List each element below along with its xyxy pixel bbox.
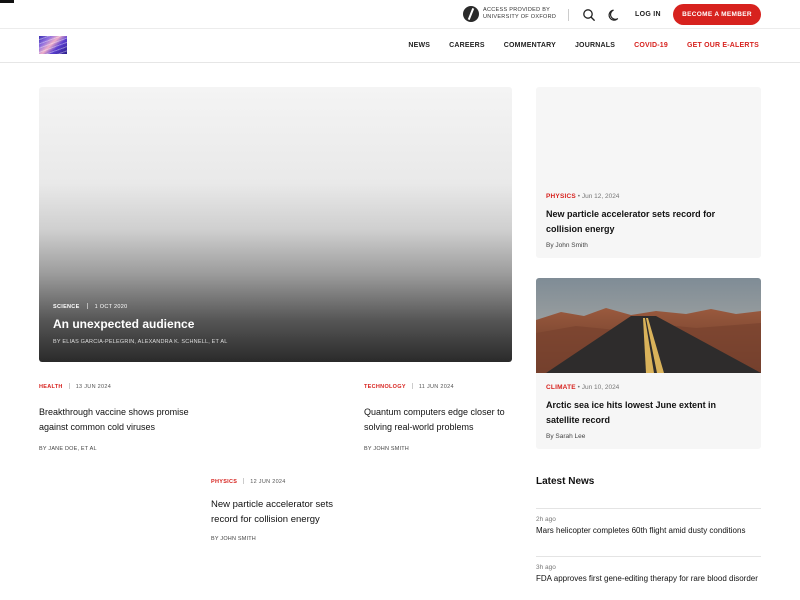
article-meta: HEALTH 13 JUN 2024	[39, 383, 189, 390]
article-byline: BY JANE DOE, ET AL	[39, 446, 97, 452]
nav-commentary[interactable]: COMMENTARY	[504, 42, 556, 49]
moon-icon	[608, 9, 619, 21]
nav-e-alerts[interactable]: GET OUR E-ALERTS	[687, 42, 759, 49]
article-card-technology[interactable]: TECHNOLOGY 11 JUN 2024 Quantum computers …	[364, 383, 514, 452]
article-byline: BY JOHN SMITH	[364, 446, 409, 452]
hero-category: SCIENCE	[53, 304, 80, 310]
card-body: PHYSICS • Jun 12, 2024 New particle acce…	[546, 193, 746, 249]
article-title: Breakthrough vaccine shows promise again…	[39, 407, 189, 432]
desert-road-photo	[536, 278, 761, 373]
card-byline: By Sarah Lee	[546, 433, 586, 440]
search-button[interactable]	[581, 7, 597, 23]
article-category: PHYSICS	[211, 479, 238, 485]
divider	[568, 9, 569, 21]
hero-title: An unexpected audience	[53, 317, 195, 331]
meta-divider	[68, 383, 70, 389]
latest-news-item[interactable]: 2h ago Mars helicopter completes 60th fl…	[536, 508, 761, 556]
card-byline: By John Smith	[546, 242, 588, 249]
article-category: TECHNOLOGY	[364, 384, 406, 390]
card-category: PHYSICS	[546, 193, 576, 200]
article-card-physics[interactable]: PHYSICS 12 JUN 2024 New particle accelera…	[211, 478, 336, 542]
article-category: HEALTH	[39, 384, 63, 390]
article-date: 13 JUN 2024	[75, 384, 112, 390]
latest-time: 3h ago	[536, 564, 556, 571]
search-icon	[583, 9, 595, 21]
card-category: CLIMATE	[546, 384, 576, 391]
latest-time: 2h ago	[536, 516, 556, 523]
nav-news[interactable]: NEWS	[408, 42, 430, 49]
access-line-2: UNIVERSITY OF OXFORD	[483, 14, 557, 20]
site-logo[interactable]	[39, 36, 67, 54]
article-title: Quantum computers edge closer to solving…	[364, 407, 505, 432]
card-body: CLIMATE • Jun 10, 2024 Arctic sea ice hi…	[546, 384, 746, 440]
utility-bar: ACCESS PROVIDED BY UNIVERSITY OF OXFORD …	[0, 0, 800, 29]
card-title: New particle accelerator sets record for…	[546, 209, 716, 234]
side-card-physics[interactable]: PHYSICS • Jun 12, 2024 New particle acce…	[536, 87, 761, 258]
article-date: 11 JUN 2024	[418, 384, 454, 390]
institution-seal-icon	[463, 6, 479, 22]
article-title: New particle accelerator sets record for…	[211, 499, 333, 525]
login-link[interactable]: LOG IN	[635, 11, 661, 18]
latest-news-item[interactable]: 3h ago FDA approves first gene-editing t…	[536, 556, 761, 600]
article-card-health[interactable]: HEALTH 13 JUN 2024 Breakthrough vaccine s…	[39, 383, 189, 452]
card-date: • Jun 10, 2024	[577, 384, 620, 391]
institution-access: ACCESS PROVIDED BY UNIVERSITY OF OXFORD	[463, 6, 556, 22]
dark-mode-toggle[interactable]	[607, 7, 623, 23]
meta-divider	[243, 478, 245, 484]
nav-careers[interactable]: CAREERS	[449, 42, 485, 49]
article-byline: BY JOHN SMITH	[211, 536, 256, 542]
nav-journals[interactable]: JOURNALS	[575, 42, 615, 49]
hero-date: 1 OCT 2020	[94, 304, 128, 310]
meta-divider	[411, 383, 413, 389]
latest-headline: FDA approves first gene-editing therapy …	[536, 574, 758, 583]
card-meta: CLIMATE • Jun 10, 2024	[546, 384, 746, 391]
card-title: Arctic sea ice hits lowest June extent i…	[546, 400, 717, 425]
access-line-1: ACCESS PROVIDED BY	[483, 7, 551, 13]
latest-headline: Mars helicopter completes 60th flight am…	[536, 526, 746, 535]
nav-covid-19[interactable]: COVID-19	[634, 42, 668, 49]
hero-meta: SCIENCE 1 OCT 2020	[53, 303, 127, 310]
side-card-climate[interactable]: CLIMATE • Jun 10, 2024 Arctic sea ice hi…	[536, 278, 761, 449]
article-meta: PHYSICS 12 JUN 2024	[211, 478, 336, 485]
article-meta: TECHNOLOGY 11 JUN 2024	[364, 383, 514, 390]
hero-article[interactable]: SCIENCE 1 OCT 2020 An unexpected audience…	[39, 87, 512, 362]
nav-links: NEWS CAREERS COMMENTARY JOURNALS COVID-1…	[389, 42, 759, 49]
meta-divider	[86, 303, 88, 309]
latest-news-heading: Latest News	[536, 476, 595, 487]
card-date: • Jun 12, 2024	[577, 193, 620, 200]
main-navigation: NEWS CAREERS COMMENTARY JOURNALS COVID-1…	[0, 29, 800, 63]
hero-byline: BY ELIAS GARCIA-PELEGRIN, ALEXANDRA K. S…	[53, 339, 228, 345]
access-text: ACCESS PROVIDED BY UNIVERSITY OF OXFORD	[483, 7, 556, 21]
card-meta: PHYSICS • Jun 12, 2024	[546, 193, 746, 200]
become-member-button[interactable]: BECOME A MEMBER	[673, 4, 761, 25]
article-date: 12 JUN 2024	[250, 479, 286, 485]
